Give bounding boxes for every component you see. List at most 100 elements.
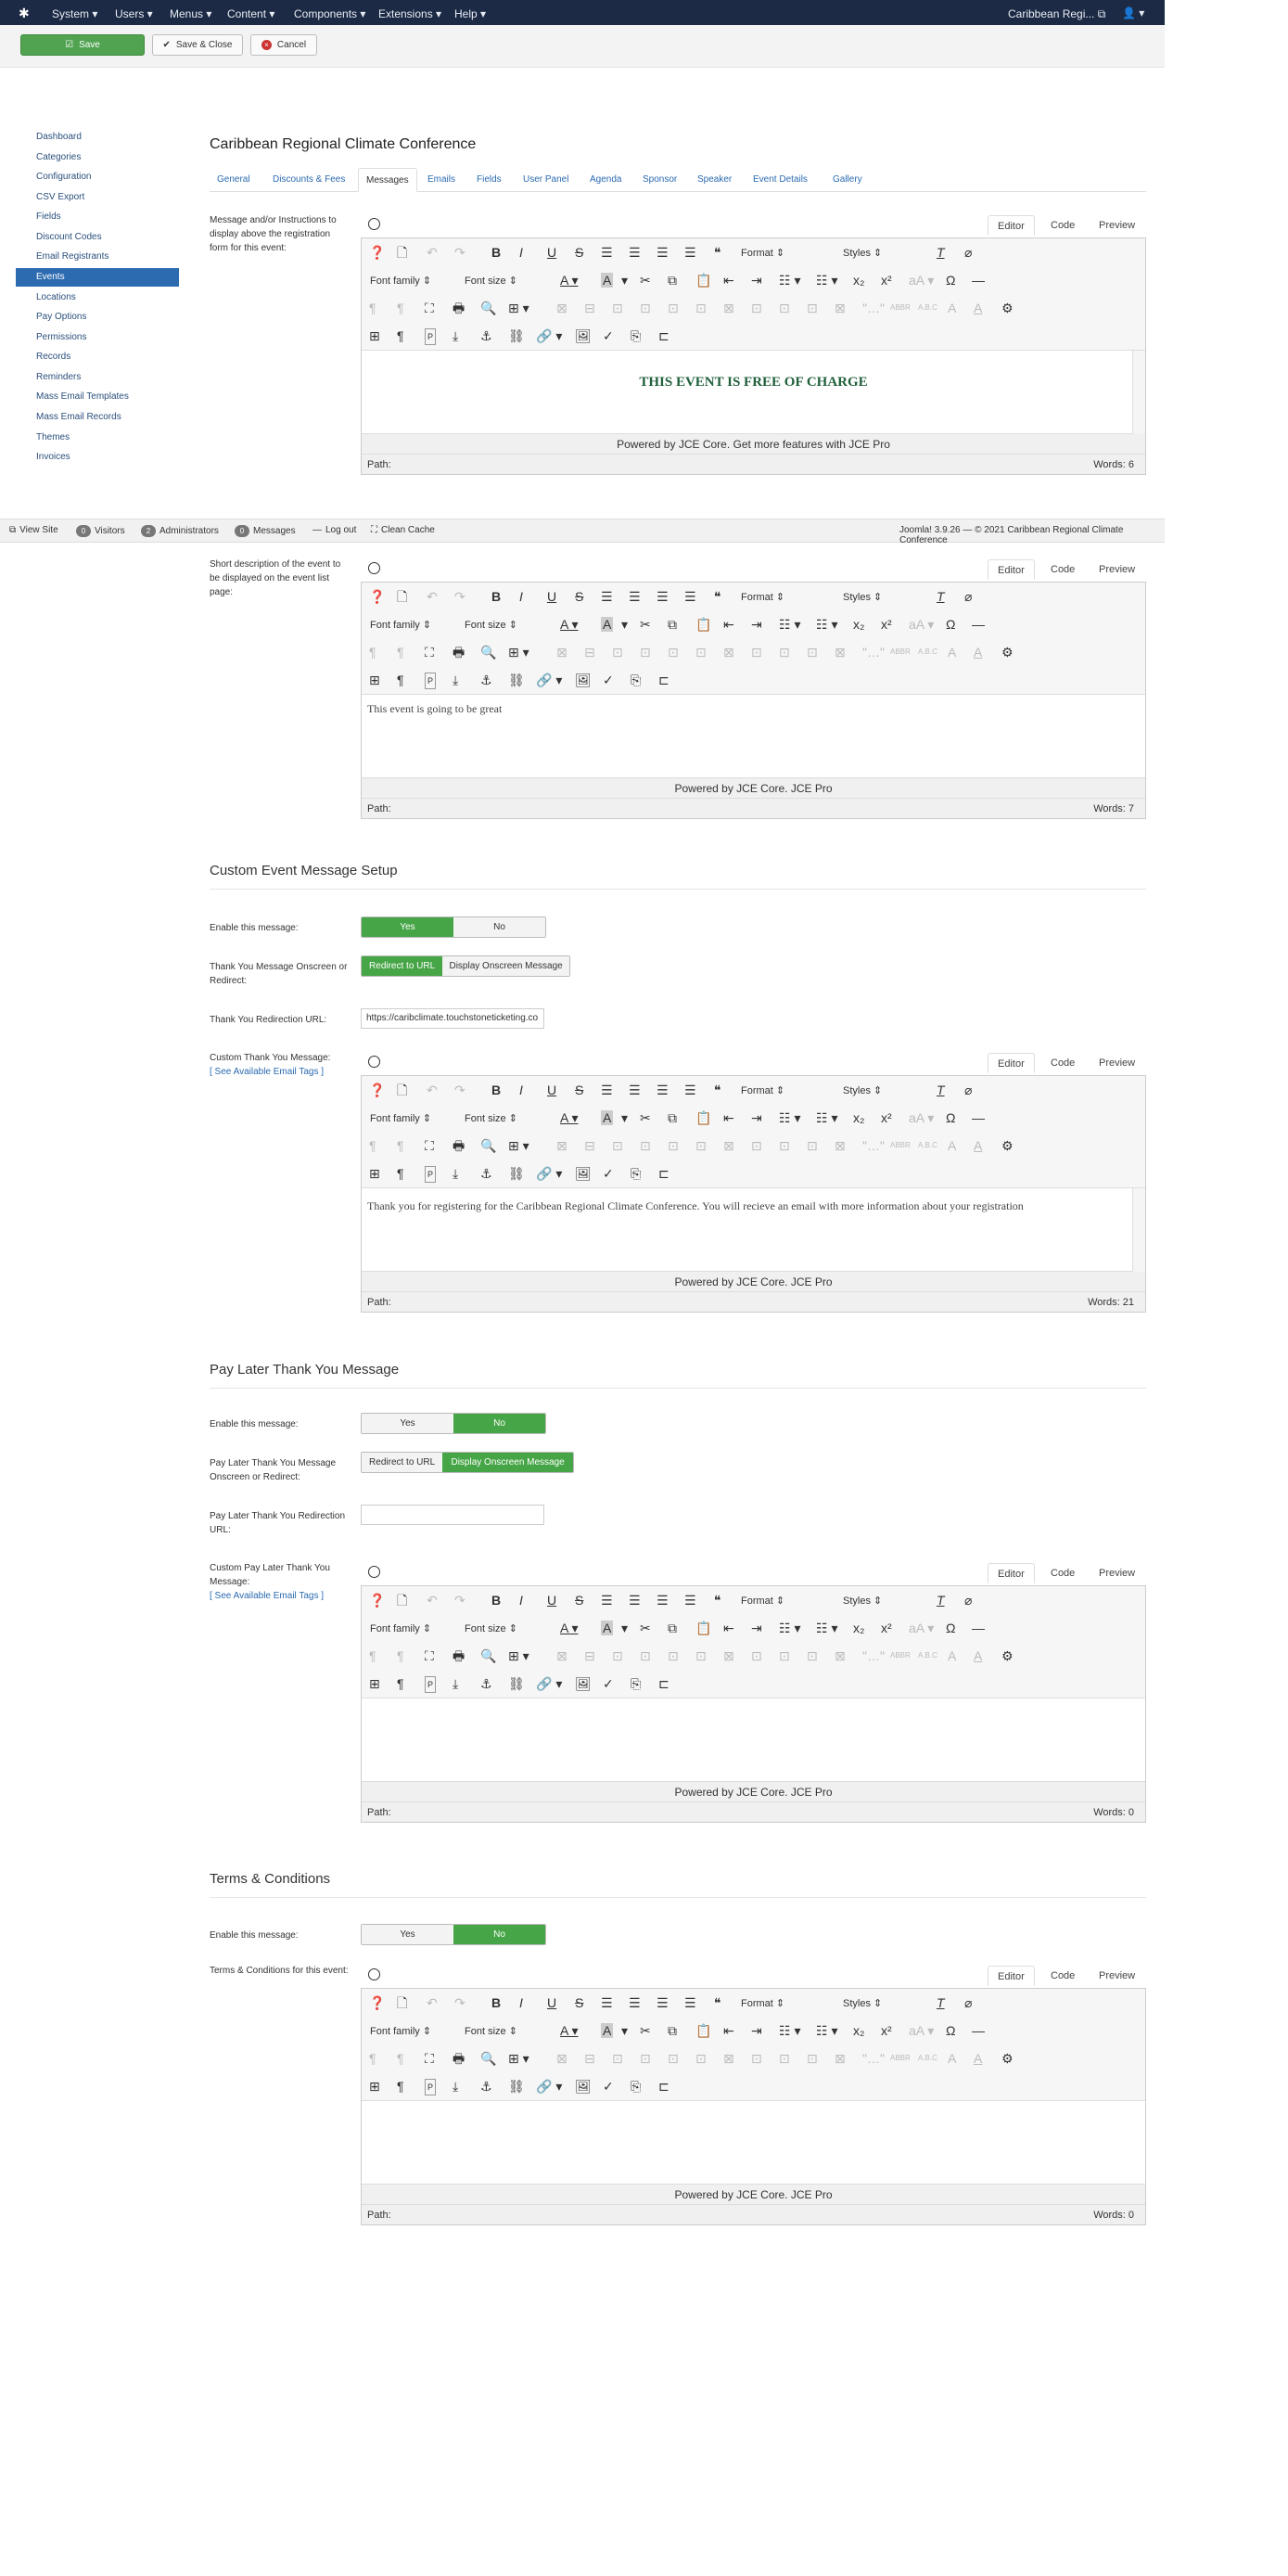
table-icon[interactable]: ⊞ ▾: [508, 1138, 529, 1153]
redirect-option[interactable]: Redirect to URL: [362, 1453, 443, 1472]
editor-scrollbar[interactable]: [1132, 351, 1145, 434]
redirect-option[interactable]: Redirect to URL: [362, 956, 443, 976]
power-toggle-icon[interactable]: [368, 218, 380, 230]
visual-aid-icon[interactable]: ⊞: [369, 2079, 380, 2094]
visual-aid-icon[interactable]: ⊞: [369, 328, 380, 343]
preview-tab[interactable]: Preview: [1090, 215, 1144, 236]
delete-table-icon[interactable]: ⊠: [723, 1138, 734, 1153]
horizontal-rule-icon[interactable]: —: [972, 2023, 985, 2038]
new-document-icon[interactable]: 🗋: [397, 1995, 407, 2010]
custom-mode-toggle[interactable]: Redirect to URL Display Onscreen Message: [361, 955, 570, 977]
image-icon[interactable]: 🖼: [575, 328, 592, 343]
page-break-icon[interactable]: ⎘: [631, 673, 641, 687]
chevron-down-icon[interactable]: ▾: [621, 1621, 628, 1635]
align-right-icon[interactable]: ☰: [684, 1593, 696, 1608]
font-color-icon[interactable]: A ▾: [560, 617, 578, 632]
numbered-list-icon[interactable]: ☷ ▾: [779, 273, 800, 288]
superscript-icon[interactable]: x²: [881, 273, 892, 288]
cut-icon[interactable]: ✂: [640, 1110, 651, 1125]
menu-help[interactable]: Help ▾: [454, 7, 486, 20]
table-row-icon[interactable]: ⊠: [556, 645, 567, 660]
power-toggle-icon[interactable]: [368, 1968, 380, 1980]
align-left-icon[interactable]: ☰: [657, 1083, 669, 1097]
link-icon[interactable]: 🔗 ▾: [536, 328, 562, 343]
delete-table-icon[interactable]: ⊠: [723, 1648, 734, 1663]
rtl-icon[interactable]: ¶: [397, 1648, 404, 1663]
visual-blocks-icon[interactable]: P: [425, 1166, 437, 1183]
delete-col-icon[interactable]: ⊠: [835, 1648, 846, 1663]
image-icon[interactable]: 🖼: [575, 2079, 592, 2094]
superscript-icon[interactable]: x²: [881, 1110, 892, 1125]
insert-template-icon[interactable]: ⊏: [658, 328, 670, 343]
align-left-icon[interactable]: ☰: [657, 589, 669, 604]
text-style-icon[interactable]: A: [974, 2051, 982, 2066]
fullscreen-icon[interactable]: ⛶: [425, 2051, 434, 2066]
table-row-icon[interactable]: ⊠: [556, 301, 567, 315]
tab-gallery[interactable]: Gallery: [825, 168, 870, 192]
blockquote-icon[interactable]: ❝: [714, 245, 721, 260]
ltr-icon[interactable]: ¶: [369, 2051, 376, 2066]
insert-row-icon[interactable]: ⊡: [751, 1648, 762, 1663]
view-site-link[interactable]: ⧉ View Site: [9, 525, 58, 535]
text-style-icon[interactable]: A: [974, 1138, 982, 1153]
upload-icon[interactable]: ⤓: [453, 1166, 458, 1181]
sidebar-item-mass-email-records[interactable]: Mass Email Records: [16, 408, 179, 427]
bold-icon[interactable]: B: [491, 589, 501, 604]
table-icon[interactable]: ⊞ ▾: [508, 1648, 529, 1663]
cleanup-icon[interactable]: ⌀: [964, 589, 972, 604]
align-left-icon[interactable]: ☰: [657, 245, 669, 260]
upload-icon[interactable]: ⤓: [453, 2079, 458, 2094]
bold-icon[interactable]: B: [491, 1083, 501, 1097]
strikethrough-icon[interactable]: S: [575, 1593, 583, 1608]
cut-icon[interactable]: ✂: [640, 2023, 651, 2038]
font-size-select[interactable]: Font size ⇕: [458, 1109, 551, 1127]
image-icon[interactable]: 🖼: [575, 1166, 592, 1181]
help-icon[interactable]: ❓: [369, 245, 385, 260]
outdent-icon[interactable]: ⇤: [723, 617, 734, 632]
delete-row-icon[interactable]: ⊡: [807, 1648, 818, 1663]
custom-enable-toggle[interactable]: Yes No: [361, 916, 546, 938]
print-icon[interactable]: 🖶: [453, 1138, 465, 1153]
table-col-icon[interactable]: ⊟: [584, 1138, 595, 1153]
format-select[interactable]: Format ⇕: [734, 243, 827, 262]
font-family-select[interactable]: Font family ⇕: [363, 1619, 456, 1637]
cut-icon[interactable]: ✂: [640, 1621, 651, 1635]
row-props-icon[interactable]: ⊡: [695, 645, 707, 660]
terms-content-area[interactable]: [362, 2100, 1145, 2184]
special-characters-icon[interactable]: Ω: [946, 1621, 955, 1635]
fullscreen-icon[interactable]: ⛶: [425, 1648, 434, 1663]
superscript-icon[interactable]: x²: [881, 617, 892, 632]
align-right-icon[interactable]: ☰: [684, 589, 696, 604]
font-color-icon[interactable]: A ▾: [560, 2023, 578, 2038]
indent-icon[interactable]: ⇥: [751, 273, 762, 288]
insert-col-icon[interactable]: ⊡: [779, 1648, 790, 1663]
acronym-icon[interactable]: A.B.C: [918, 2051, 937, 2066]
sidebar-item-locations[interactable]: Locations: [16, 288, 179, 307]
yes-option[interactable]: Yes: [362, 1414, 453, 1433]
horizontal-rule-icon[interactable]: —: [972, 1621, 985, 1635]
strikethrough-icon[interactable]: S: [575, 245, 583, 260]
anchor-icon[interactable]: ⚓: [480, 673, 492, 687]
split-cells-icon[interactable]: ⊡: [640, 1138, 651, 1153]
attributes-icon[interactable]: A: [948, 1138, 956, 1153]
format-select[interactable]: Format ⇕: [734, 1993, 827, 2012]
paylater-url-input[interactable]: [361, 1505, 544, 1525]
tab-sponsor[interactable]: Sponsor: [635, 168, 684, 192]
row-props-icon[interactable]: ⊡: [695, 1138, 707, 1153]
image-icon[interactable]: 🖼: [575, 673, 592, 687]
unlink-icon[interactable]: ⛓: [508, 2079, 525, 2094]
sidebar-item-mass-email-templates[interactable]: Mass Email Templates: [16, 388, 179, 406]
insert-template-icon[interactable]: ⊏: [658, 2079, 670, 2094]
merge-cells-icon[interactable]: ⊡: [612, 1648, 623, 1663]
unlink-icon[interactable]: ⛓: [508, 673, 525, 687]
search-icon[interactable]: 🔍: [480, 2051, 496, 2066]
clear-formatting-icon[interactable]: T: [937, 245, 945, 260]
tab-discounts-fees[interactable]: Discounts & Fees: [265, 168, 352, 192]
paylater-enable-toggle[interactable]: Yes No: [361, 1413, 546, 1434]
cleanup-icon[interactable]: ⌀: [964, 1593, 972, 1608]
special-characters-icon[interactable]: Ω: [946, 273, 955, 288]
short-description-content-area[interactable]: This event is going to be great: [362, 694, 1145, 777]
clean-cache-link[interactable]: ⛶ Clean Cache: [371, 525, 435, 535]
copy-icon[interactable]: ⧉: [668, 1110, 677, 1125]
insert-row-icon[interactable]: ⊡: [751, 1138, 762, 1153]
